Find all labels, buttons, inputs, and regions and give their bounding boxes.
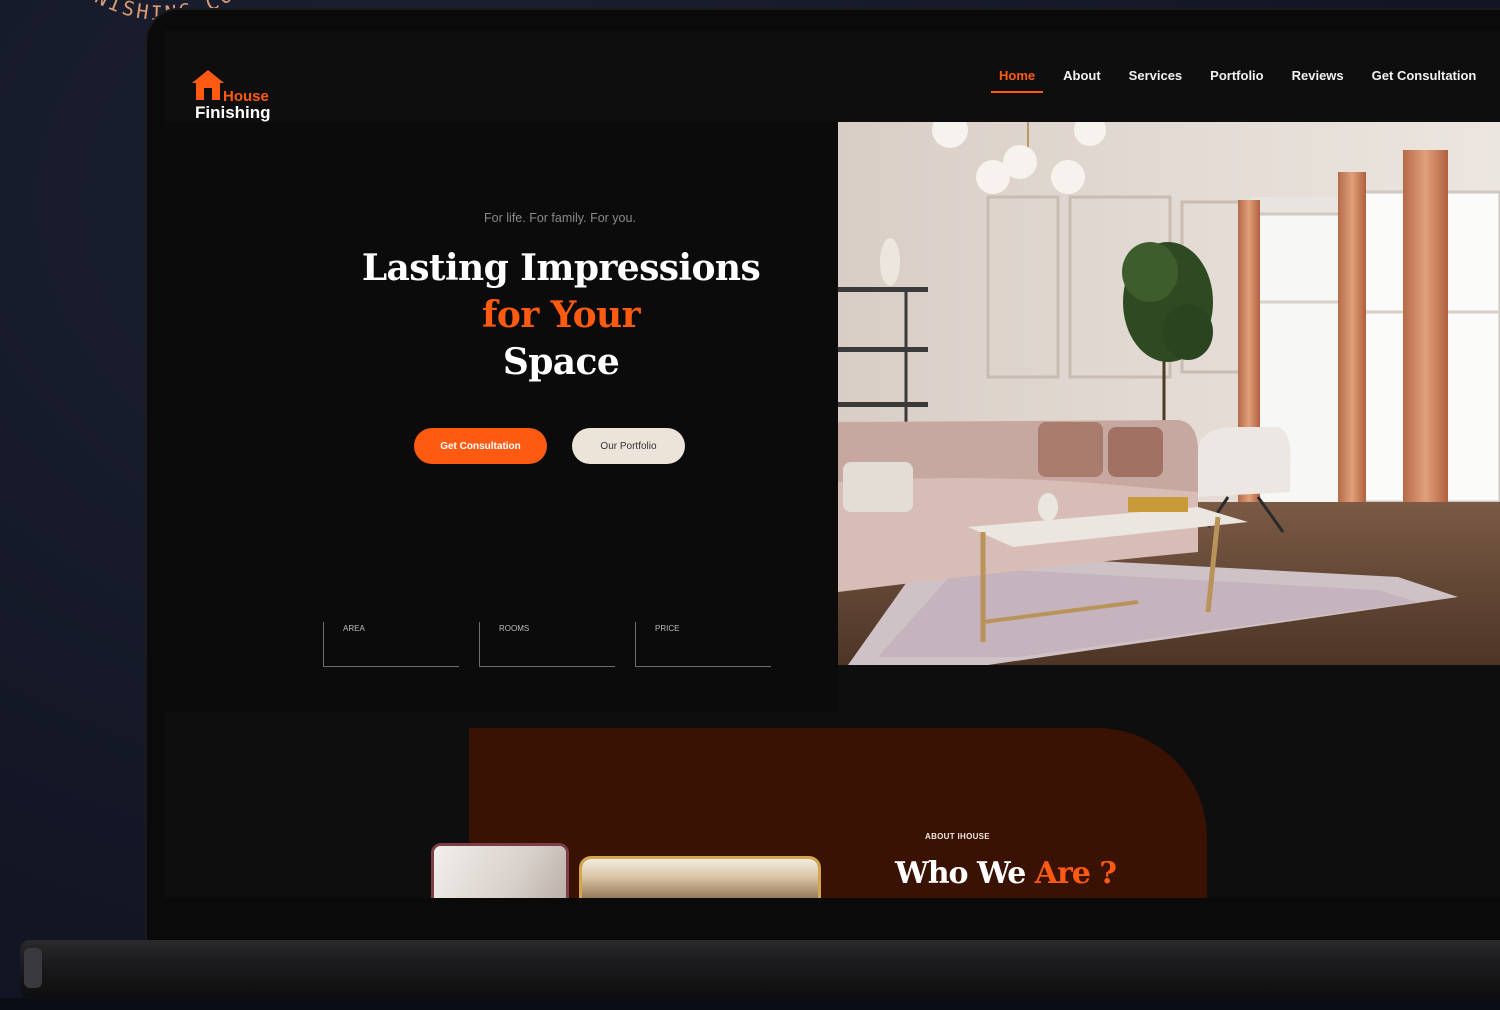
nav-reviews[interactable]: Reviews (1278, 68, 1358, 92)
nav-portfolio[interactable]: Portfolio (1196, 68, 1277, 92)
house-icon (192, 70, 224, 100)
area-input[interactable] (342, 636, 456, 648)
hero-headline: Lasting Impressions for Your Space (315, 245, 807, 386)
floor-shadow (0, 998, 1500, 1010)
our-portfolio-button[interactable]: Our Portfolio (572, 428, 685, 464)
living-room-illustration (838, 122, 1500, 665)
about-thumbnail-2 (579, 856, 821, 898)
rooms-input[interactable] (498, 636, 612, 648)
price-label: PRICE (655, 624, 680, 633)
thumbnail-1-fill (434, 846, 566, 898)
price-input[interactable] (654, 636, 768, 648)
about-title-part-1: Who We (895, 856, 1026, 891)
nav-home[interactable]: Home (985, 68, 1049, 93)
nav-about[interactable]: About (1049, 68, 1115, 92)
about-kicker: ABOUT IHOUSE (925, 832, 990, 841)
rooms-field[interactable]: ROOMS (479, 622, 615, 667)
area-field[interactable]: AREA (323, 622, 459, 667)
brand-logo[interactable]: House Finishing (177, 48, 287, 122)
rooms-label: ROOMS (499, 624, 530, 633)
laptop-hinge (24, 948, 42, 988)
thumbnail-2-fill (582, 859, 818, 898)
get-consultation-button[interactable]: Get Consultation (414, 428, 547, 464)
nav-services[interactable]: Services (1115, 68, 1197, 92)
headline-line-1: Lasting Impressions (361, 247, 761, 289)
website-screen: House Finishing Home About Services Port… (165, 30, 1500, 898)
brand-word-finishing: Finishing (195, 103, 271, 122)
headline-line-3: Space (502, 341, 620, 383)
laptop-base (20, 940, 1500, 1000)
about-title: Who We Are ? (895, 856, 1117, 891)
area-label: AREA (343, 624, 365, 633)
main-nav: Home About Services Portfolio Reviews Ge… (985, 68, 1491, 93)
about-thumbnail-1 (431, 843, 569, 898)
headline-line-2: for Your (482, 294, 641, 336)
about-title-part-2: Are ? (1034, 856, 1117, 891)
living-room-image (838, 122, 1500, 665)
price-field[interactable]: PRICE (635, 622, 771, 667)
nav-get-consultation[interactable]: Get Consultation (1358, 68, 1491, 92)
